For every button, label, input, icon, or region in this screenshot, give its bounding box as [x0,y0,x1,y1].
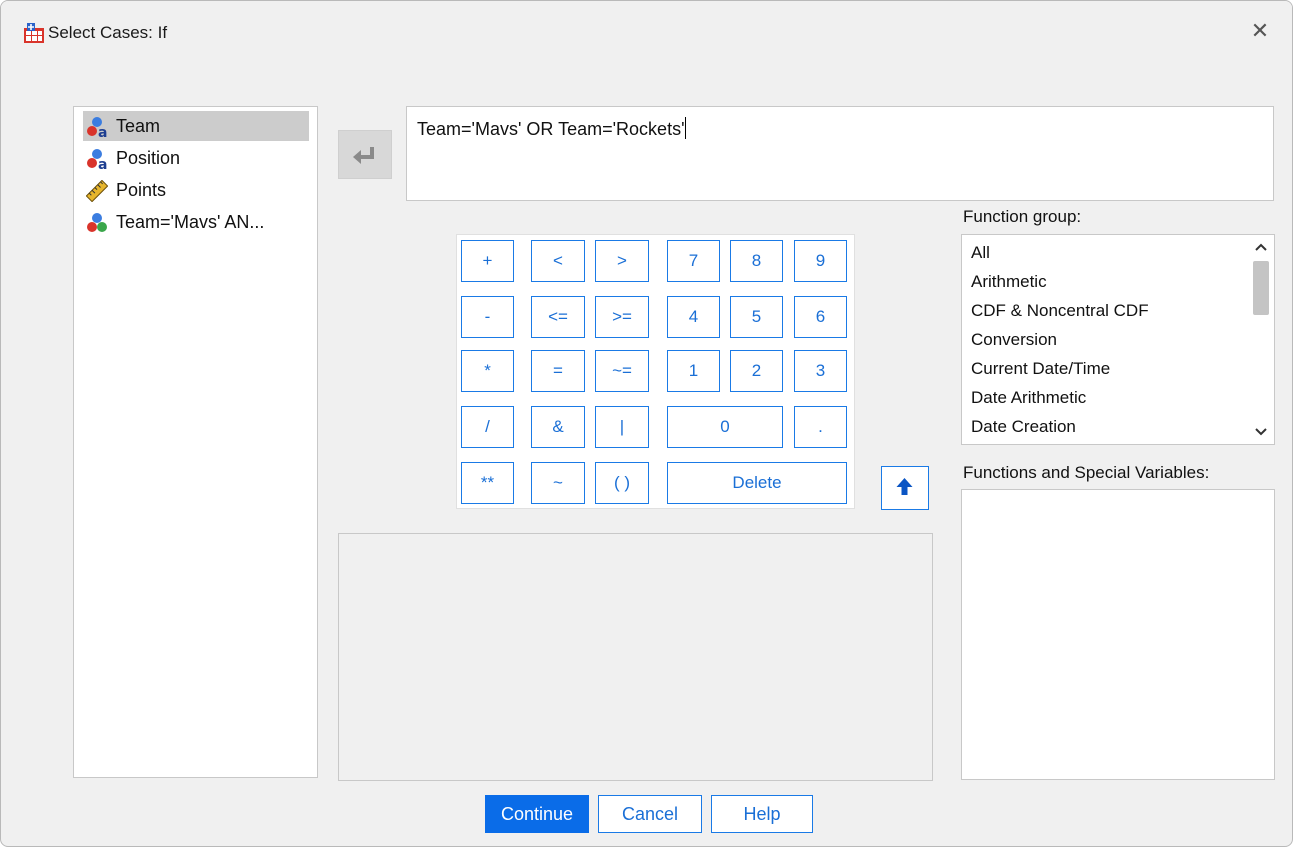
variable-list[interactable]: a Team a Position Points Team='Mavs' AN.… [73,106,318,778]
variable-item-position[interactable]: a Position [83,143,309,173]
nominal-string-icon: a [87,117,107,138]
return-arrow-icon [353,147,374,164]
key-divide[interactable]: / [461,406,514,448]
variable-label: Position [116,148,181,168]
function-group-item[interactable]: Date Arithmetic [971,388,1086,408]
variable-item-team[interactable]: a Team [83,111,309,141]
key-equals[interactable]: = [531,350,585,392]
arrow-up-icon [896,478,913,495]
variable-item-team-filter[interactable]: Team='Mavs' AN... [83,207,309,237]
functions-label: Functions and Special Variables: [963,463,1209,483]
key-minus[interactable]: - [461,296,514,338]
variable-label: Team [116,116,161,136]
spss-table-icon [24,23,44,43]
key-less-than[interactable]: < [531,240,585,282]
move-variable-button[interactable] [338,130,392,179]
scale-ruler-icon [86,180,108,202]
key-9[interactable]: 9 [794,240,847,282]
nominal-numeric-icon [87,213,107,232]
svg-text:a: a [98,125,107,138]
text-caret [684,117,686,139]
key-3[interactable]: 3 [794,350,847,392]
function-group-label-text: Function group: [963,207,1082,226]
expression-text: Team='Mavs' OR Team='Rockets' [417,117,686,140]
nominal-string-icon: a [87,149,107,170]
key-or[interactable]: | [595,406,649,448]
key-parentheses[interactable]: ( ) [595,462,649,504]
functions-list[interactable] [961,489,1275,780]
functions-label-text: Functions and Special Variables: [963,463,1210,482]
variable-label: Points [116,180,167,200]
key-0[interactable]: 0 [667,406,783,448]
scroll-up-icon[interactable] [1248,237,1274,257]
key-1[interactable]: 1 [667,350,720,392]
function-group-label: Function group: [963,207,1081,227]
key-4[interactable]: 4 [667,296,720,338]
expression-textbox[interactable]: Team='Mavs' OR Team='Rockets' [406,106,1274,201]
expression-value: Team='Mavs' OR Team='Rockets' [417,119,685,139]
title-bar: Select Cases: If ✕ [1,1,1292,63]
key-2[interactable]: 2 [730,350,783,392]
function-group-item[interactable]: Date Creation [971,417,1076,437]
function-group-item[interactable]: All [971,243,990,263]
key-7[interactable]: 7 [667,240,720,282]
select-cases-if-dialog: Select Cases: If ✕ a Team a Position Poi… [0,0,1293,847]
key-plus[interactable]: + [461,240,514,282]
key-less-equal[interactable]: <= [531,296,585,338]
scroll-down-icon[interactable] [1248,422,1274,442]
key-decimal[interactable]: . [794,406,847,448]
function-group-item[interactable]: Current Date/Time [971,359,1110,379]
key-and[interactable]: & [531,406,585,448]
key-6[interactable]: 6 [794,296,847,338]
window-title: Select Cases: If [48,23,168,42]
key-power[interactable]: ** [461,462,514,504]
variable-item-points[interactable]: Points [83,175,309,205]
function-description-area [338,533,933,781]
key-not[interactable]: ~ [531,462,585,504]
function-group-item[interactable]: Arithmetic [971,272,1047,292]
key-not-equal[interactable]: ~= [595,350,649,392]
function-group-scrollbar[interactable] [1248,235,1274,444]
key-greater-than[interactable]: > [595,240,649,282]
key-delete[interactable]: Delete [667,462,847,504]
function-group-list[interactable]: All Arithmetic CDF & Noncentral CDF Conv… [961,234,1275,445]
insert-function-button[interactable] [881,466,929,510]
function-group-item[interactable]: Conversion [971,330,1057,350]
cancel-button[interactable]: Cancel [598,795,702,833]
calculator-keypad: + < > 7 8 9 - <= >= 4 5 6 * = ~= 1 2 3 /… [456,234,855,509]
key-8[interactable]: 8 [730,240,783,282]
svg-text:a: a [98,157,107,170]
continue-button[interactable]: Continue [485,795,589,833]
key-5[interactable]: 5 [730,296,783,338]
variable-label: Team='Mavs' AN... [116,212,265,232]
key-greater-equal[interactable]: >= [595,296,649,338]
help-button[interactable]: Help [711,795,813,833]
key-multiply[interactable]: * [461,350,514,392]
function-group-item[interactable]: CDF & Noncentral CDF [971,301,1149,321]
close-icon[interactable]: ✕ [1246,17,1274,45]
scrollbar-thumb[interactable] [1253,261,1269,315]
